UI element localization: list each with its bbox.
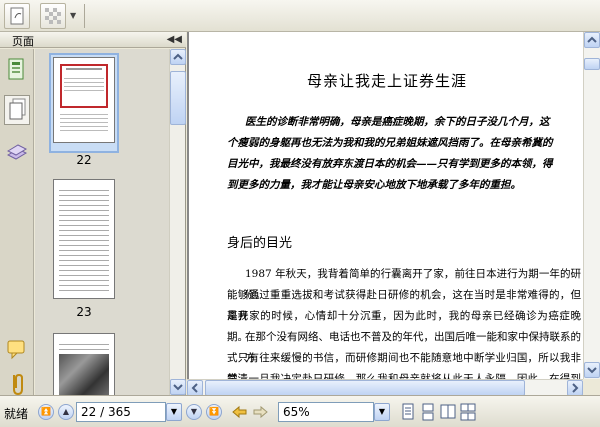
- layers-icon: [6, 144, 28, 160]
- section-heading: 身后的目光: [227, 236, 293, 251]
- pages-panel: 页面 ◀◀ 22 23: [0, 32, 186, 396]
- thumbnail-text-lines: [59, 186, 109, 292]
- next-page-icon[interactable]: ▼: [186, 404, 202, 420]
- intro-line: 医生的诊断非常明确，母亲是癌症晚期，余下的日子没几个月，这: [245, 116, 550, 128]
- forward-icon[interactable]: [252, 404, 270, 423]
- thumbnail-line: [64, 78, 104, 79]
- first-page-icon[interactable]: ⏫: [38, 404, 54, 420]
- intro-line: 目光中，我最终没有放弃东渡日本的机会——只有学到更多的本领，得: [227, 158, 553, 170]
- tab-layers[interactable]: [4, 139, 30, 169]
- last-page-icon[interactable]: ⏬: [206, 404, 222, 420]
- bookmark-icon: [8, 58, 24, 80]
- toolbar: ▼: [0, 0, 600, 32]
- pages-panel-header: 页面 ◀◀: [0, 32, 186, 48]
- thumbnail-page-23[interactable]: [53, 179, 115, 299]
- intro-line: 个瘦弱的身躯再也无法为我和我的兄弟姐妹遮风挡雨了。在母亲希冀的: [227, 137, 553, 149]
- page-dropdown-button[interactable]: ▼: [166, 403, 182, 421]
- scroll-down-icon[interactable]: [584, 362, 600, 378]
- thumbnail-line: [60, 118, 108, 119]
- scroll-down-icon[interactable]: [170, 379, 186, 395]
- continuous-facing-view-icon[interactable]: [460, 403, 476, 421]
- scroll-up-icon[interactable]: [170, 49, 186, 65]
- page-number-field[interactable]: 22 / 365: [76, 402, 166, 422]
- thumbnail-line: [64, 90, 104, 91]
- checker-pattern-icon: [45, 8, 61, 24]
- document-vertical-scrollbar[interactable]: [583, 32, 600, 379]
- continuous-view-icon[interactable]: [420, 403, 436, 421]
- thumbnail-line: [60, 130, 108, 131]
- status-bar: 就绪 ⏫ ▲ 22 / 365 ▼ ▼ ⏬ 65% ▼: [0, 395, 600, 427]
- pdf-reader-window: ▼ 页面 ◀◀ 22 23 母亲让我走上证券生涯 医生的诊断非常明确，母亲是癌症…: [0, 0, 600, 427]
- scroll-corner: [583, 379, 600, 395]
- thumbnails-scrollbar[interactable]: [169, 49, 186, 395]
- chevron-down-icon[interactable]: ▼: [70, 11, 76, 20]
- scroll-up-icon[interactable]: [584, 32, 600, 48]
- zoom-field[interactable]: 65%: [278, 402, 374, 422]
- previous-page-icon[interactable]: ▲: [58, 404, 74, 420]
- thumbnail-line: [60, 114, 108, 115]
- page-title: 母亲让我走上证券生涯: [306, 72, 467, 90]
- thumbnail-line: [60, 126, 108, 127]
- collapse-panel-icon[interactable]: ◀◀: [167, 34, 182, 45]
- pages-icon: [9, 98, 26, 120]
- side-tabs: [0, 49, 34, 396]
- document-view[interactable]: 母亲让我走上证券生涯 医生的诊断非常明确，母亲是癌症晚期，余下的日子没几个月，这…: [187, 32, 600, 395]
- hand-tool-icon: [10, 7, 24, 25]
- document-horizontal-scrollbar[interactable]: [187, 379, 583, 395]
- thumbnail-photo: [59, 354, 109, 395]
- tab-comments[interactable]: [4, 335, 30, 365]
- zoom-dropdown-button[interactable]: ▼: [374, 403, 390, 421]
- thumbnail-page-22[interactable]: [53, 57, 115, 143]
- thumbnail-line: [66, 68, 102, 70]
- toolbar-separator: [84, 4, 85, 28]
- thumbnail-text-lines: [59, 340, 109, 350]
- document-page: 母亲让我走上证券生涯 医生的诊断非常明确，母亲是癌症晚期，余下的日子没几个月，这…: [187, 32, 583, 395]
- thumbnail-label: 23: [76, 305, 92, 319]
- intro-line: 到更多的力量，我才能让母亲安心地放下地承载了多年的重担。: [227, 179, 521, 191]
- scroll-right-icon[interactable]: [567, 380, 583, 395]
- thumbnail-label: 22: [76, 153, 92, 167]
- thumbnail-line: [60, 122, 108, 123]
- scroll-thumb[interactable]: [584, 58, 600, 70]
- facing-view-icon[interactable]: [440, 403, 456, 421]
- page-thumbnails: 22 23: [35, 49, 169, 395]
- scroll-left-icon[interactable]: [187, 380, 203, 395]
- hand-tool-button[interactable]: [4, 3, 30, 29]
- comment-icon: [7, 340, 25, 360]
- select-tool-button[interactable]: [40, 3, 66, 29]
- thumbnail-page-24[interactable]: [53, 333, 115, 395]
- thumbnail-line: [64, 86, 104, 87]
- scroll-thumb[interactable]: [170, 71, 186, 125]
- pages-panel-title: 页面: [12, 35, 34, 48]
- back-icon[interactable]: [230, 404, 248, 423]
- single-page-view-icon[interactable]: [400, 403, 416, 421]
- scroll-thumb[interactable]: [205, 380, 525, 395]
- tab-pages[interactable]: [4, 95, 30, 125]
- status-text: 就绪: [4, 407, 29, 421]
- tab-bookmarks[interactable]: [4, 55, 30, 85]
- thumbnail-line: [64, 82, 104, 83]
